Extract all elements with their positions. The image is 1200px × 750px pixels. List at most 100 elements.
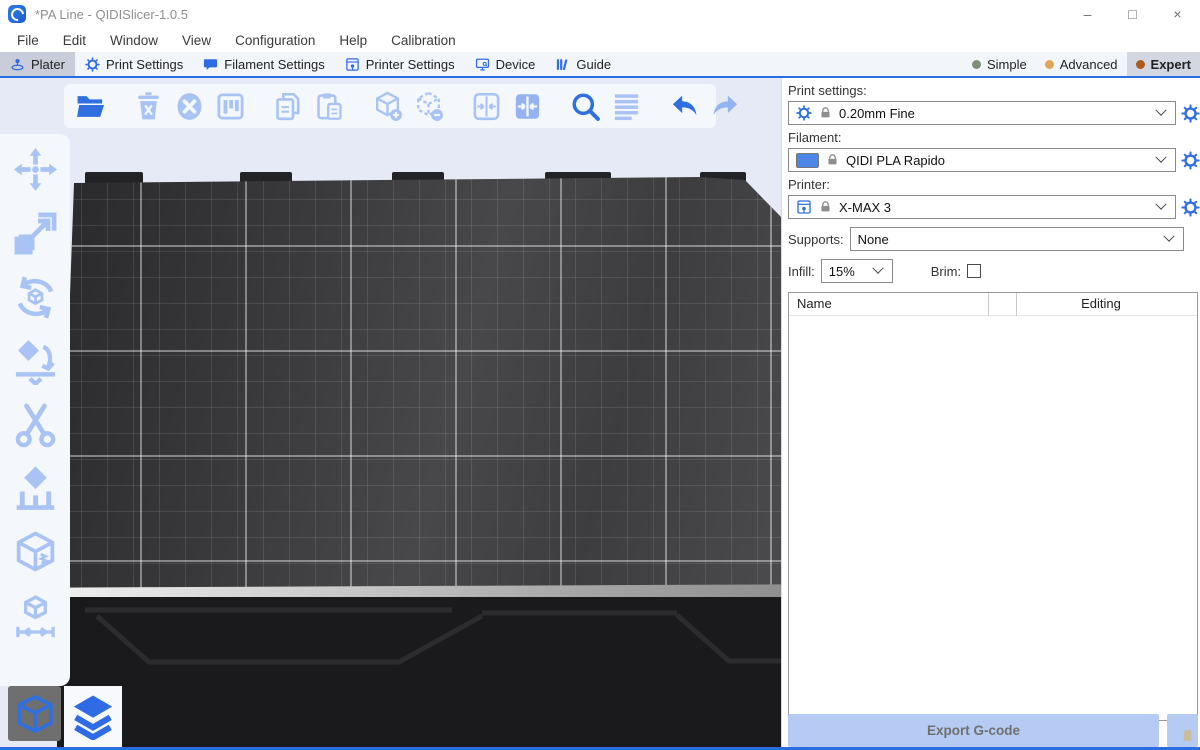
search-button[interactable] xyxy=(569,90,601,122)
rotate-tool-button[interactable] xyxy=(10,272,60,322)
filament-combo[interactable]: QIDI PLA Rapido xyxy=(788,148,1176,172)
tab-filament-settings[interactable]: Filament Settings xyxy=(193,52,334,76)
bed-base-handle xyxy=(57,597,781,750)
tab-print-settings[interactable]: Print Settings xyxy=(75,52,193,76)
menu-edit[interactable]: Edit xyxy=(51,33,98,48)
move-icon xyxy=(12,146,59,193)
tab-print-settings-label: Print Settings xyxy=(106,57,183,72)
add-instance-button[interactable] xyxy=(371,90,403,122)
printer-combo[interactable]: X-MAX 3 xyxy=(788,195,1176,219)
scale-tool-button[interactable] xyxy=(10,208,60,258)
preview-view-button[interactable] xyxy=(64,686,122,748)
lock-icon xyxy=(826,153,839,167)
tab-device-label: Device xyxy=(496,57,536,72)
paste-button[interactable] xyxy=(313,90,345,122)
menu-help[interactable]: Help xyxy=(327,33,379,48)
move-tool-button[interactable] xyxy=(10,144,60,194)
lock-icon xyxy=(819,106,832,120)
supports-combo[interactable]: None xyxy=(850,227,1184,251)
filament-edit-button[interactable] xyxy=(1181,151,1200,170)
menu-file[interactable]: File xyxy=(5,33,51,48)
object-list-table[interactable]: Name Editing xyxy=(788,292,1198,721)
close-button[interactable]: × xyxy=(1155,0,1200,28)
chevron-down-icon xyxy=(1163,231,1174,242)
cube-plus-icon xyxy=(372,91,403,122)
layer-list-icon xyxy=(611,91,642,122)
cut-tool-button[interactable] xyxy=(10,400,60,450)
trash-icon xyxy=(133,91,164,122)
minimize-button[interactable]: – xyxy=(1065,0,1110,28)
app-logo-icon xyxy=(8,5,26,23)
export-gcode-button[interactable]: Export G-code xyxy=(788,714,1159,747)
tab-guide[interactable]: Guide xyxy=(545,52,621,76)
guide-books-icon xyxy=(555,57,570,72)
print-settings-label: Print settings: xyxy=(788,83,1200,98)
lock-icon xyxy=(819,200,832,214)
sidebar: Print settings: 0.20mm Fine Filament: QI… xyxy=(782,78,1200,750)
menu-view[interactable]: View xyxy=(170,33,223,48)
viewport-3d[interactable] xyxy=(0,78,781,750)
place-on-face-icon xyxy=(12,338,59,385)
split-parts-icon xyxy=(512,91,543,122)
cube-minus-icon xyxy=(413,91,444,122)
seam-cube-icon xyxy=(12,530,59,577)
device-monitor-icon xyxy=(475,57,490,72)
mode-expert[interactable]: Expert xyxy=(1127,52,1200,76)
variable-layer-height-button[interactable] xyxy=(610,90,642,122)
arrange-icon xyxy=(215,91,246,122)
window-controls: – □ × xyxy=(1065,0,1200,28)
infill-combo[interactable]: 15% xyxy=(821,259,893,283)
split-to-objects-button[interactable] xyxy=(470,90,502,122)
split-to-parts-button[interactable] xyxy=(511,90,543,122)
redo-button[interactable] xyxy=(709,90,741,122)
redo-arrow-icon xyxy=(710,91,741,122)
print-bed-surface[interactable] xyxy=(55,173,781,593)
mode-simple-label: Simple xyxy=(987,57,1027,72)
chevron-down-icon xyxy=(1155,152,1166,163)
layers-icon xyxy=(70,694,116,740)
place-on-face-tool-button[interactable] xyxy=(10,336,60,386)
remove-instance-button[interactable] xyxy=(412,90,444,122)
export-row: Export G-code xyxy=(788,714,1198,747)
filament-label: Filament: xyxy=(788,130,1200,145)
menu-calibration[interactable]: Calibration xyxy=(379,33,468,48)
tab-guide-label: Guide xyxy=(576,57,611,72)
mode-advanced[interactable]: Advanced xyxy=(1036,52,1127,76)
print-settings-combo[interactable]: 0.20mm Fine xyxy=(788,101,1176,125)
supports-label: Supports: xyxy=(788,232,844,247)
measure-tool-button[interactable] xyxy=(10,592,60,642)
preset-gear-icon xyxy=(796,105,812,121)
paint-supports-tool-button[interactable] xyxy=(10,464,60,514)
printer-icon xyxy=(796,199,812,215)
paste-icon xyxy=(314,91,345,122)
delete-all-button[interactable] xyxy=(173,90,205,122)
tab-printer-settings[interactable]: Printer Settings xyxy=(335,52,465,76)
maximize-button[interactable]: □ xyxy=(1110,0,1155,28)
menu-configuration[interactable]: Configuration xyxy=(223,33,327,48)
print-settings-edit-button[interactable] xyxy=(1181,104,1200,123)
export-to-sd-button[interactable] xyxy=(1167,714,1198,747)
menu-window[interactable]: Window xyxy=(98,33,170,48)
chevron-down-icon xyxy=(1155,199,1166,210)
open-project-button[interactable] xyxy=(74,90,106,122)
expert-mode-dot-icon xyxy=(1136,60,1145,69)
circle-x-icon xyxy=(174,91,205,122)
mode-simple[interactable]: Simple xyxy=(963,52,1036,76)
print-settings-gear-icon xyxy=(85,57,100,72)
brim-label: Brim: xyxy=(931,264,961,279)
brim-checkbox[interactable] xyxy=(967,264,981,278)
undo-button[interactable] xyxy=(668,90,700,122)
delete-button[interactable] xyxy=(132,90,164,122)
copy-button[interactable] xyxy=(272,90,304,122)
printer-edit-button[interactable] xyxy=(1181,198,1200,217)
window-title: *PA Line - QIDISlicer-1.0.5 xyxy=(35,7,188,22)
seam-tool-button[interactable] xyxy=(10,528,60,578)
tab-plater[interactable]: Plater xyxy=(0,52,75,76)
editor-view-button[interactable] xyxy=(8,686,61,741)
arrange-button[interactable] xyxy=(214,90,246,122)
chevron-down-icon xyxy=(1155,105,1166,116)
tab-device[interactable]: Device xyxy=(465,52,546,76)
supports-value: None xyxy=(858,232,889,247)
mode-switcher: Simple Advanced Expert xyxy=(963,52,1200,76)
measure-icon xyxy=(12,594,59,641)
